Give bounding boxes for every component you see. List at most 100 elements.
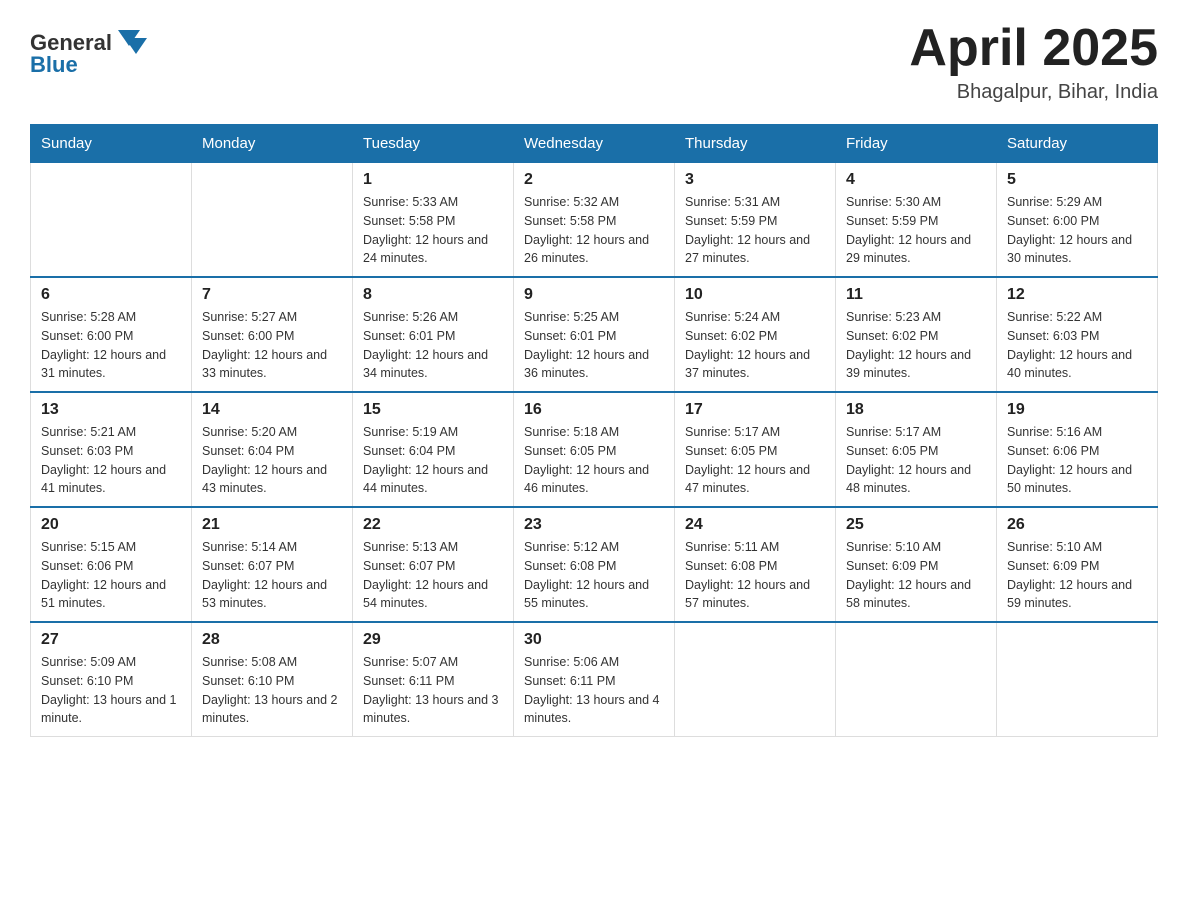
page-header: General Blue April 2025 Bhagalpur, Bihar… — [30, 20, 1158, 104]
column-header-friday: Friday — [836, 125, 997, 163]
day-info: Sunrise: 5:18 AMSunset: 6:05 PMDaylight:… — [524, 423, 664, 498]
day-number: 19 — [1007, 401, 1147, 419]
calendar-week-row: 20 Sunrise: 5:15 AMSunset: 6:06 PMDayligh… — [31, 507, 1158, 622]
calendar-cell: 19 Sunrise: 5:16 AMSunset: 6:06 PMDayligh… — [997, 392, 1158, 507]
calendar-week-row: 13Sunrise: 5:21 AMSunset: 6:03 PMDayligh… — [31, 392, 1158, 507]
day-number: 2 — [524, 171, 664, 189]
calendar-cell: 7 Sunrise: 5:27 AMSunset: 6:00 PMDaylight… — [192, 277, 353, 392]
day-info: Sunrise: 5:15 AMSunset: 6:06 PMDaylight:… — [41, 538, 181, 613]
day-info: Sunrise: 5:28 AMSunset: 6:00 PMDaylight:… — [41, 308, 181, 383]
day-number: 24 — [685, 516, 825, 534]
calendar-cell: 6 Sunrise: 5:28 AMSunset: 6:00 PMDaylight… — [31, 277, 192, 392]
day-number: 1 — [363, 171, 503, 189]
month-title: April 2025 — [909, 20, 1158, 77]
day-info: Sunrise: 5:20 AMSunset: 6:04 PMDaylight:… — [202, 423, 342, 498]
day-number: 22 — [363, 516, 503, 534]
title-block: April 2025 Bhagalpur, Bihar, India — [909, 20, 1158, 104]
day-number: 13 — [41, 401, 181, 419]
day-info: Sunrise: 5:14 AMSunset: 6:07 PMDaylight:… — [202, 538, 342, 613]
column-header-saturday: Saturday — [997, 125, 1158, 163]
day-info: Sunrise: 5:27 AMSunset: 6:00 PMDaylight:… — [202, 308, 342, 383]
column-header-monday: Monday — [192, 125, 353, 163]
column-header-tuesday: Tuesday — [353, 125, 514, 163]
calendar-cell: 11 Sunrise: 5:23 AMSunset: 6:02 PMDayligh… — [836, 277, 997, 392]
calendar-cell: 18Sunrise: 5:17 AMSunset: 6:05 PMDayligh… — [836, 392, 997, 507]
day-number: 7 — [202, 286, 342, 304]
calendar-cell — [997, 622, 1158, 737]
calendar-cell — [675, 622, 836, 737]
calendar-cell: 26 Sunrise: 5:10 AMSunset: 6:09 PMDayligh… — [997, 507, 1158, 622]
day-info: Sunrise: 5:29 AMSunset: 6:00 PMDaylight:… — [1007, 193, 1147, 268]
calendar-cell: 21 Sunrise: 5:14 AMSunset: 6:07 PMDayligh… — [192, 507, 353, 622]
day-info: Sunrise: 5:25 AMSunset: 6:01 PMDaylight:… — [524, 308, 664, 383]
calendar-table: SundayMondayTuesdayWednesdayThursdayFrid… — [30, 124, 1158, 737]
day-number: 18 — [846, 401, 986, 419]
day-number: 20 — [41, 516, 181, 534]
calendar-cell — [836, 622, 997, 737]
calendar-cell — [31, 163, 192, 278]
column-header-thursday: Thursday — [675, 125, 836, 163]
calendar-cell: 23 Sunrise: 5:12 AMSunset: 6:08 PMDayligh… — [514, 507, 675, 622]
calendar-cell: 9 Sunrise: 5:25 AMSunset: 6:01 PMDaylight… — [514, 277, 675, 392]
calendar-cell: 15 Sunrise: 5:19 AMSunset: 6:04 PMDayligh… — [353, 392, 514, 507]
calendar-cell: 14Sunrise: 5:20 AMSunset: 6:04 PMDayligh… — [192, 392, 353, 507]
day-number: 3 — [685, 171, 825, 189]
calendar-cell — [192, 163, 353, 278]
day-number: 28 — [202, 631, 342, 649]
logo: General Blue — [30, 20, 160, 85]
day-info: Sunrise: 5:09 AMSunset: 6:10 PMDaylight:… — [41, 653, 181, 728]
day-number: 11 — [846, 286, 986, 304]
calendar-header-row: SundayMondayTuesdayWednesdayThursdayFrid… — [31, 125, 1158, 163]
calendar-cell: 13Sunrise: 5:21 AMSunset: 6:03 PMDayligh… — [31, 392, 192, 507]
calendar-cell: 20 Sunrise: 5:15 AMSunset: 6:06 PMDayligh… — [31, 507, 192, 622]
day-info: Sunrise: 5:07 AMSunset: 6:11 PMDaylight:… — [363, 653, 503, 728]
day-info: Sunrise: 5:12 AMSunset: 6:08 PMDaylight:… — [524, 538, 664, 613]
calendar-cell: 8Sunrise: 5:26 AMSunset: 6:01 PMDaylight… — [353, 277, 514, 392]
logo-text: General Blue — [30, 20, 160, 85]
calendar-cell: 29 Sunrise: 5:07 AMSunset: 6:11 PMDayligh… — [353, 622, 514, 737]
day-info: Sunrise: 5:19 AMSunset: 6:04 PMDaylight:… — [363, 423, 503, 498]
calendar-cell: 30Sunrise: 5:06 AMSunset: 6:11 PMDayligh… — [514, 622, 675, 737]
day-info: Sunrise: 5:08 AMSunset: 6:10 PMDaylight:… — [202, 653, 342, 728]
day-number: 5 — [1007, 171, 1147, 189]
calendar-cell: 1 Sunrise: 5:33 AMSunset: 5:58 PMDaylight… — [353, 163, 514, 278]
day-info: Sunrise: 5:11 AMSunset: 6:08 PMDaylight:… — [685, 538, 825, 613]
column-header-wednesday: Wednesday — [514, 125, 675, 163]
day-info: Sunrise: 5:23 AMSunset: 6:02 PMDaylight:… — [846, 308, 986, 383]
calendar-cell: 24 Sunrise: 5:11 AMSunset: 6:08 PMDayligh… — [675, 507, 836, 622]
day-info: Sunrise: 5:32 AMSunset: 5:58 PMDaylight:… — [524, 193, 664, 268]
day-number: 29 — [363, 631, 503, 649]
day-info: Sunrise: 5:33 AMSunset: 5:58 PMDaylight:… — [363, 193, 503, 268]
day-info: Sunrise: 5:10 AMSunset: 6:09 PMDaylight:… — [1007, 538, 1147, 613]
day-info: Sunrise: 5:30 AMSunset: 5:59 PMDaylight:… — [846, 193, 986, 268]
day-number: 15 — [363, 401, 503, 419]
day-number: 8 — [363, 286, 503, 304]
day-number: 16 — [524, 401, 664, 419]
day-info: Sunrise: 5:17 AMSunset: 6:05 PMDaylight:… — [685, 423, 825, 498]
day-info: Sunrise: 5:10 AMSunset: 6:09 PMDaylight:… — [846, 538, 986, 613]
calendar-cell: 10Sunrise: 5:24 AMSunset: 6:02 PMDayligh… — [675, 277, 836, 392]
calendar-cell: 12Sunrise: 5:22 AMSunset: 6:03 PMDayligh… — [997, 277, 1158, 392]
calendar-cell: 2 Sunrise: 5:32 AMSunset: 5:58 PMDaylight… — [514, 163, 675, 278]
day-number: 9 — [524, 286, 664, 304]
day-number: 23 — [524, 516, 664, 534]
day-info: Sunrise: 5:13 AMSunset: 6:07 PMDaylight:… — [363, 538, 503, 613]
calendar-cell: 3 Sunrise: 5:31 AMSunset: 5:59 PMDaylight… — [675, 163, 836, 278]
day-info: Sunrise: 5:06 AMSunset: 6:11 PMDaylight:… — [524, 653, 664, 728]
calendar-week-row: 6 Sunrise: 5:28 AMSunset: 6:00 PMDaylight… — [31, 277, 1158, 392]
day-number: 25 — [846, 516, 986, 534]
day-number: 27 — [41, 631, 181, 649]
calendar-cell: 4Sunrise: 5:30 AMSunset: 5:59 PMDaylight… — [836, 163, 997, 278]
day-number: 26 — [1007, 516, 1147, 534]
day-number: 6 — [41, 286, 181, 304]
day-number: 12 — [1007, 286, 1147, 304]
day-number: 21 — [202, 516, 342, 534]
day-info: Sunrise: 5:16 AMSunset: 6:06 PMDaylight:… — [1007, 423, 1147, 498]
calendar-cell: 25 Sunrise: 5:10 AMSunset: 6:09 PMDayligh… — [836, 507, 997, 622]
day-info: Sunrise: 5:31 AMSunset: 5:59 PMDaylight:… — [685, 193, 825, 268]
svg-text:Blue: Blue — [30, 52, 78, 77]
location: Bhagalpur, Bihar, India — [909, 81, 1158, 104]
calendar-cell: 16 Sunrise: 5:18 AMSunset: 6:05 PMDayligh… — [514, 392, 675, 507]
calendar-cell: 17Sunrise: 5:17 AMSunset: 6:05 PMDayligh… — [675, 392, 836, 507]
day-number: 10 — [685, 286, 825, 304]
